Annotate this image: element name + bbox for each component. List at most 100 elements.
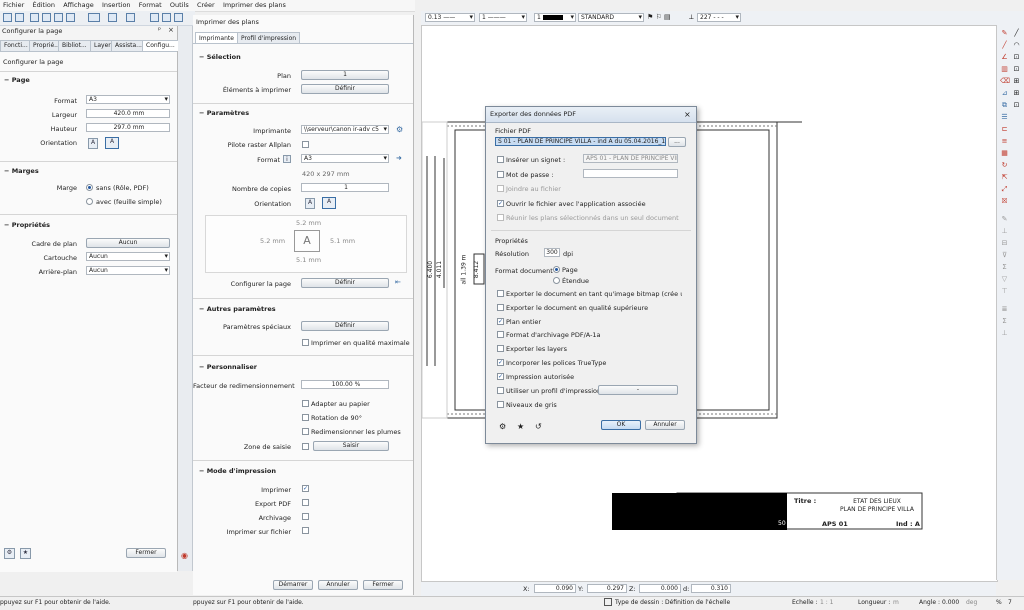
imprimante-select[interactable]: \\serveur\canon ir-adv c5 [301, 125, 389, 134]
configurer-definir-button[interactable]: Définir [301, 278, 389, 288]
fermer-button[interactable]: Fermer [363, 580, 403, 590]
tab-configurer[interactable]: Configu... [142, 40, 179, 51]
y-input[interactable]: 0.297 [587, 584, 627, 593]
view-icon[interactable]: ⊡ [1012, 101, 1021, 110]
table-icon[interactable] [162, 13, 171, 22]
gris-checkbox[interactable] [497, 401, 504, 408]
fichier-checkbox[interactable] [302, 527, 309, 534]
pin-icon[interactable]: ᵖ [158, 26, 161, 34]
menu-outils[interactable]: Outils [167, 0, 192, 10]
menu-fichier[interactable]: Fichier [0, 0, 27, 10]
undo-icon[interactable] [108, 13, 117, 22]
sigma-icon[interactable]: Σ [1000, 317, 1009, 326]
etendue-radio[interactable] [553, 277, 560, 284]
select-icon[interactable]: ⊡ [1012, 65, 1021, 74]
z-input[interactable]: 0.000 [639, 584, 681, 593]
plan-button[interactable]: 1 [301, 70, 389, 80]
browse-button[interactable]: ... [668, 137, 686, 147]
format-info-icon[interactable]: i [283, 155, 291, 163]
zone-checkbox[interactable] [302, 443, 309, 450]
polices-checkbox[interactable]: ✓ [497, 359, 504, 366]
list-icon[interactable]: ≣ [1000, 305, 1009, 314]
hauteur-input[interactable]: 297.0 mm [86, 123, 170, 132]
portrait-icon[interactable]: A [88, 138, 98, 149]
bitmap-checkbox[interactable] [497, 290, 504, 297]
menu-format[interactable]: Format [136, 0, 165, 10]
copy-icon[interactable]: ⧉ [1000, 101, 1009, 110]
arc-icon[interactable]: ◠ [1012, 41, 1021, 50]
archivage-checkbox[interactable] [302, 513, 309, 520]
join-icon[interactable]: ⊥ [1000, 329, 1009, 338]
adapter-checkbox[interactable] [302, 400, 309, 407]
rotation-checkbox[interactable] [302, 414, 309, 421]
filter-icon[interactable]: ⊽ [1000, 251, 1009, 260]
saisir-button[interactable]: Saisir [313, 441, 389, 451]
cancel-button[interactable]: Annuler [645, 420, 685, 430]
demarrer-button[interactable]: Démarrer [273, 580, 313, 590]
layer-icons[interactable]: ⚑ ⚐ ▤ [647, 13, 671, 21]
tab-bibliotheque[interactable]: Bibliot... [58, 40, 91, 51]
open-icon[interactable] [15, 13, 24, 22]
pen-select[interactable]: 0.13 —— [425, 13, 475, 22]
passe-checkbox[interactable] [497, 171, 504, 178]
close-icon[interactable]: × [168, 26, 174, 34]
tab-fonctions[interactable]: Foncti... [0, 40, 32, 51]
reunir-checkbox[interactable] [497, 214, 504, 221]
favorites-icon[interactable]: ★ [517, 422, 524, 431]
export-checkbox[interactable] [302, 499, 309, 506]
elements-definir-button[interactable]: Définir [301, 84, 389, 94]
menu-edition[interactable]: Édition [29, 0, 58, 10]
landscape-icon[interactable]: A [322, 197, 336, 209]
scale-select[interactable]: 227 - - - [697, 13, 741, 22]
pin-icon[interactable]: ⊤ [1000, 287, 1009, 296]
menu-insertion[interactable]: Insertion [99, 0, 134, 10]
annuler-button[interactable]: Annuler [318, 580, 358, 590]
ok-button[interactable]: OK [601, 420, 641, 430]
signet-checkbox[interactable] [497, 156, 504, 163]
plumes-checkbox[interactable] [302, 428, 309, 435]
menu-affichage[interactable]: Affichage [60, 0, 97, 10]
pilote-checkbox[interactable] [302, 141, 309, 148]
format-select[interactable]: A3 [301, 154, 389, 163]
layout-icon[interactable]: ⊞ [1012, 77, 1021, 86]
save-icon[interactable] [42, 13, 51, 22]
target-icon[interactable]: ◉ [181, 551, 188, 560]
page-radio[interactable] [553, 266, 560, 273]
fichier-input[interactable]: S 01 - PLAN DE PRINCIPE VILLA - ind A du… [495, 137, 666, 146]
tab-assistant[interactable]: Assista... [111, 40, 146, 51]
settings-icon[interactable]: ⚙ [4, 548, 15, 559]
cadre-button[interactable]: Aucun [86, 238, 170, 248]
copy-icon[interactable] [30, 13, 39, 22]
copy2-icon[interactable]: ⊞ [1012, 89, 1021, 98]
layout-icon[interactable] [174, 13, 183, 22]
redo-icon[interactable] [126, 13, 135, 22]
landscape-icon[interactable]: A [105, 137, 119, 149]
new-icon[interactable] [3, 13, 12, 22]
print-preview-icon[interactable] [88, 13, 100, 22]
move-icon[interactable]: ⇱ [1000, 173, 1009, 182]
printer-settings-icon[interactable]: ⚙ [396, 125, 403, 134]
eraser-icon[interactable]: ⌫ [1000, 77, 1010, 86]
ouvrir-checkbox[interactable]: ✓ [497, 200, 504, 207]
passe-input[interactable] [583, 169, 678, 178]
plan-entier-checkbox[interactable]: ✓ [497, 318, 504, 325]
joindre-checkbox[interactable] [497, 185, 504, 192]
measure-icon[interactable]: ⊥ [1000, 227, 1009, 236]
format-select[interactable]: A3 [86, 95, 170, 104]
signet-input[interactable]: APS 01 - PLAN DE PRINCIPE VILLA [583, 154, 678, 163]
print-icon[interactable] [54, 13, 63, 22]
angle-icon[interactable]: ∠ [1000, 53, 1009, 62]
reset-icon[interactable]: ↺ [535, 422, 542, 431]
stack-icon[interactable]: ☰ [1000, 113, 1009, 122]
qualite-checkbox[interactable] [302, 339, 309, 346]
grid-icon[interactable]: ▦ [1000, 149, 1009, 158]
qualite-checkbox[interactable] [497, 304, 504, 311]
dialog-close-icon[interactable]: × [684, 110, 691, 119]
layers-icon[interactable]: ≡ [1000, 137, 1009, 146]
longueur-value[interactable]: m [893, 599, 899, 606]
pencil-icon[interactable]: ✎ [1000, 29, 1009, 38]
brush-icon[interactable]: ✎ [1000, 215, 1009, 224]
modify-icon[interactable]: ⊡ [1012, 53, 1021, 62]
profil-checkbox[interactable] [497, 387, 504, 394]
largeur-input[interactable]: 420.0 mm [86, 109, 170, 118]
